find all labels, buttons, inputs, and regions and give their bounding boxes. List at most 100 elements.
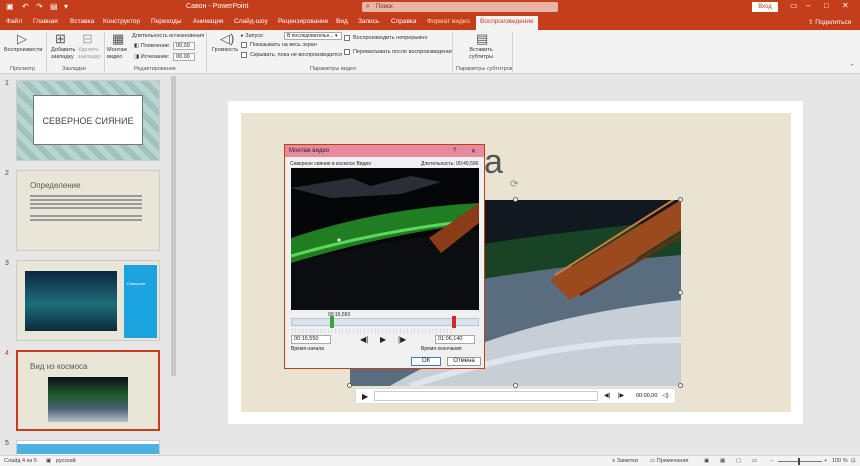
collapse-ribbon-icon[interactable]: ⌃ bbox=[850, 64, 855, 70]
normal-view-icon[interactable]: ▣ bbox=[704, 458, 709, 464]
start-time-value: 00:16,550 bbox=[294, 336, 319, 342]
fade-in-text: Появление: bbox=[140, 43, 171, 49]
cancel-button[interactable]: Отмена bbox=[447, 357, 481, 366]
resize-handle[interactable] bbox=[678, 197, 683, 202]
end-time-input[interactable]: 01:06,140 bbox=[435, 335, 475, 344]
tab-file[interactable]: Файл bbox=[6, 18, 22, 25]
slide-thumbnail-1[interactable]: СЕВЕРНОЕ СИЯНИЕ bbox=[16, 80, 160, 161]
ribbon-display-icon[interactable]: ▭ bbox=[790, 1, 798, 10]
reading-view-icon[interactable]: ▢ bbox=[736, 458, 741, 464]
start-marker[interactable] bbox=[329, 316, 334, 328]
volume-icon: ◁) bbox=[220, 31, 235, 46]
slideshow-icon[interactable]: ▤ bbox=[50, 2, 58, 12]
minimize-icon[interactable]: – bbox=[806, 1, 810, 10]
speaker-icon[interactable]: ◁) bbox=[662, 392, 669, 399]
rotate-handle-icon[interactable]: ⟳ bbox=[510, 179, 518, 190]
dialog-close-button[interactable]: ✕ bbox=[471, 148, 476, 155]
volume-button[interactable]: Громкость bbox=[212, 47, 238, 53]
fade-out-text: Исчезание: bbox=[140, 54, 170, 60]
start-time-label: Время начала bbox=[291, 346, 324, 352]
autosave-icon[interactable]: ▣ bbox=[6, 2, 14, 12]
zoom-level[interactable]: 100 % bbox=[832, 458, 848, 464]
tab-record[interactable]: Запись bbox=[358, 18, 379, 25]
add-bookmark-button[interactable]: Добавить закладку bbox=[51, 47, 75, 61]
timeline-ticks: │ │ │ │ │ │ │ │ │ │ │ │ │ │ │ │ │ │ │ │ … bbox=[291, 328, 453, 333]
zoom-thumb[interactable] bbox=[798, 458, 800, 465]
resize-handle[interactable] bbox=[678, 290, 683, 295]
file-name: Северное сияние в космосе Видео bbox=[290, 161, 372, 167]
customize-icon[interactable]: ▾ bbox=[64, 2, 68, 12]
fade-duration-label: Длительность исчезновения bbox=[132, 33, 205, 39]
fullscreen-checkbox[interactable] bbox=[241, 42, 247, 48]
resize-handle[interactable] bbox=[513, 197, 518, 202]
resize-handle[interactable] bbox=[678, 383, 683, 388]
fit-slide-icon[interactable]: ⊡ bbox=[851, 458, 856, 464]
remove-bookmark-button[interactable]: Удалить закладку bbox=[78, 47, 102, 61]
comments-button[interactable]: ▭ Примечания bbox=[650, 458, 689, 464]
undo-icon[interactable]: ↶ bbox=[22, 2, 29, 12]
back-icon[interactable]: ◀| bbox=[604, 392, 610, 399]
ribbon: ▷ Воспроизвести Просмотр ⊞ Добавить закл… bbox=[0, 30, 860, 74]
tab-review[interactable]: Рецензирование bbox=[278, 18, 328, 25]
maximize-icon[interactable]: □ bbox=[824, 1, 829, 10]
panel-title: Северное bbox=[127, 281, 146, 286]
tab-insert[interactable]: Вставка bbox=[70, 18, 94, 25]
loop-checkbox[interactable] bbox=[344, 35, 350, 41]
divider bbox=[206, 32, 207, 72]
close-icon[interactable]: ✕ bbox=[842, 1, 849, 10]
signin-button[interactable]: Вход bbox=[752, 2, 778, 12]
sorter-view-icon[interactable]: ▦ bbox=[720, 458, 725, 464]
slide-thumbnail-2[interactable]: Определение bbox=[16, 170, 160, 251]
end-marker[interactable] bbox=[451, 316, 456, 328]
tab-help[interactable]: Справка bbox=[391, 18, 417, 25]
next-frame-icon[interactable]: |▶ bbox=[398, 335, 406, 344]
start-dropdown[interactable]: В последовательн... ▾ bbox=[284, 32, 342, 40]
notes-label: Заметки bbox=[616, 458, 638, 464]
tab-view[interactable]: Вид bbox=[336, 18, 348, 25]
dialog-play-icon[interactable]: ▶ bbox=[380, 335, 386, 344]
slide-thumbnail-3[interactable]: Северное bbox=[16, 260, 160, 341]
fade-out-spinner[interactable]: 00,00 bbox=[173, 53, 195, 61]
redo-icon[interactable]: ↷ bbox=[36, 2, 43, 12]
panel-scrollbar[interactable] bbox=[171, 76, 176, 376]
fade-in-spinner[interactable]: 00,00 bbox=[173, 42, 195, 50]
player-timeline[interactable] bbox=[374, 391, 598, 401]
tab-animations[interactable]: Анимация bbox=[193, 18, 224, 25]
preview-button[interactable]: Воспроизвести bbox=[4, 47, 42, 53]
slide-counter: Слайд 4 из 5 bbox=[4, 458, 37, 464]
spellcheck-icon[interactable]: ▣ bbox=[46, 458, 51, 464]
start-time-input[interactable]: 00:16,550 bbox=[291, 335, 331, 344]
tab-design[interactable]: Конструктор bbox=[103, 18, 140, 25]
search-input[interactable]: ⌕ Поиск bbox=[362, 2, 558, 12]
dialog-title: Монтаж видео bbox=[289, 148, 330, 154]
resize-handle[interactable] bbox=[347, 383, 352, 388]
group-preview: Просмотр bbox=[10, 66, 36, 72]
slideshow-view-icon[interactable]: ▭ bbox=[752, 458, 757, 464]
forward-icon[interactable]: |▶ bbox=[618, 392, 624, 399]
hide-checkbox[interactable] bbox=[241, 52, 247, 58]
notes-button[interactable]: ≡ Заметки bbox=[612, 458, 638, 464]
zoom-out-icon[interactable]: − bbox=[770, 458, 773, 464]
trim-timeline[interactable] bbox=[291, 316, 479, 328]
insert-captions-button[interactable]: Вставить субтитры bbox=[466, 47, 496, 61]
tab-home[interactable]: Главная bbox=[33, 18, 58, 25]
language[interactable]: русский bbox=[56, 458, 76, 464]
zoom-in-icon[interactable]: + bbox=[824, 458, 827, 464]
slide-thumbnail-4[interactable]: Вид из космоса bbox=[16, 350, 160, 431]
slide-strip bbox=[17, 444, 159, 454]
help-button[interactable]: ? bbox=[453, 148, 456, 154]
captions-icon: ▤ bbox=[476, 31, 489, 46]
dialog-video-preview bbox=[291, 168, 479, 310]
tab-slideshow[interactable]: Слайд-шоу bbox=[234, 18, 268, 25]
tab-transitions[interactable]: Переходы bbox=[151, 18, 182, 25]
tab-video-format[interactable]: Формат видео bbox=[427, 18, 470, 25]
prev-frame-icon[interactable]: ◀| bbox=[360, 335, 368, 344]
title-bar: ▣ ↶ ↷ ▤ ▾ Савон - PowerPoint ⌕ Поиск Вход… bbox=[0, 0, 860, 14]
zoom-slider[interactable] bbox=[778, 461, 822, 462]
player-play-icon[interactable]: ▶ bbox=[362, 392, 368, 401]
tab-playback[interactable]: Воспроизведение bbox=[476, 16, 538, 30]
ok-button[interactable]: ОК bbox=[411, 357, 441, 366]
trim-video-button[interactable]: Монтаж видео bbox=[107, 47, 129, 61]
share-button[interactable]: ⇪ Поделиться bbox=[808, 18, 851, 26]
rewind-checkbox[interactable] bbox=[344, 49, 350, 55]
